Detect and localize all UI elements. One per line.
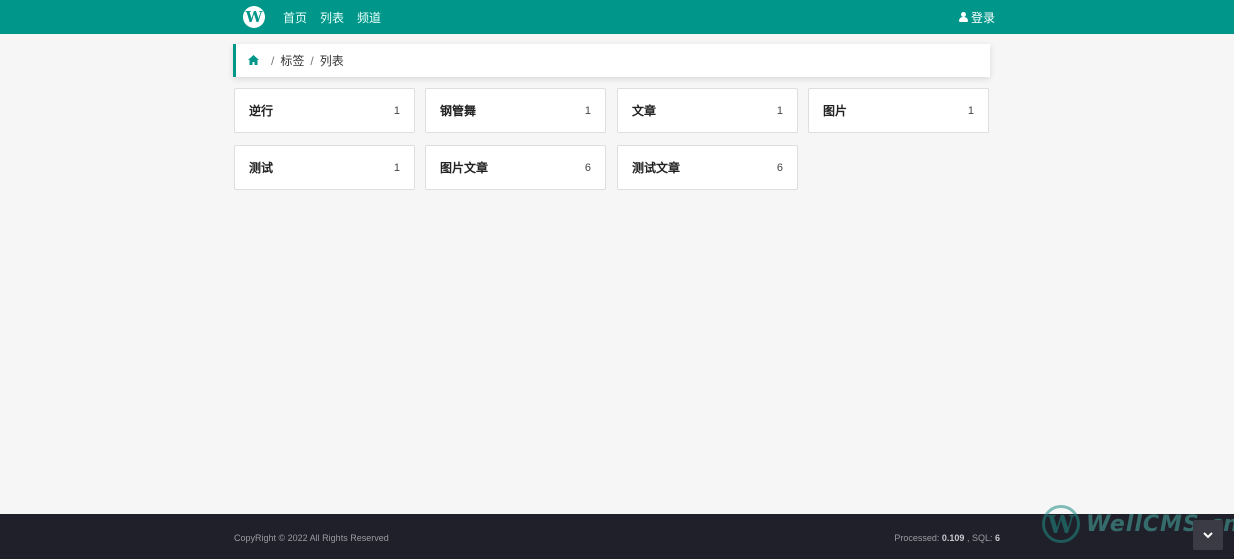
chevron-down-icon [1203,528,1213,542]
tag-card[interactable]: 测试文章 6 [617,145,798,190]
tag-card[interactable]: 图片文章 6 [425,145,606,190]
breadcrumb-item-list: 列表 [319,54,344,68]
tag-count: 6 [776,161,783,174]
nav-link-home[interactable]: 首页 [283,9,307,26]
tag-count: 1 [776,104,783,117]
processed-value: 0.109 [941,533,965,543]
scroll-down-button[interactable] [1193,520,1223,550]
breadcrumb-separator: / [271,53,275,68]
tag-card[interactable]: 测试 1 [234,145,415,190]
login-link[interactable]: 登录 [958,9,995,26]
nav-link-channel[interactable]: 频道 [357,9,381,26]
sql-label: , SQL: [966,533,993,543]
tag-name: 测试文章 [632,161,681,175]
tag-name: 图片 [823,104,848,118]
copyright-text: CopyRight © 2022 All Rights Reserved [234,533,389,543]
tag-count: 1 [584,104,591,117]
watermark-logo-icon: W [1042,505,1080,543]
navbar-inner: W 首页 列表 频道 登录 [234,0,1002,34]
tag-card[interactable]: 钢管舞 1 [425,88,606,133]
sql-value: 6 [994,533,1000,543]
home-icon-svg [248,54,259,65]
processed-stats: Processed: 0.109 , SQL: 6 [894,533,1000,543]
breadcrumb: / 标签 / 列表 [233,44,990,77]
tag-count: 1 [393,161,400,174]
tag-name: 图片文章 [440,161,489,175]
tag-card[interactable]: 文章 1 [617,88,798,133]
tag-name: 文章 [632,104,657,118]
tag-count: 1 [393,104,400,117]
tag-count: 1 [967,104,974,117]
user-icon [958,12,968,22]
tag-count: 6 [584,161,591,174]
tag-card[interactable]: 逆行 1 [234,88,415,133]
tag-card[interactable]: 图片 1 [808,88,989,133]
site-logo[interactable]: W [243,6,265,28]
home-icon[interactable] [248,54,259,68]
breadcrumb-item-tags[interactable]: 标签 [280,52,304,69]
tag-name: 测试 [249,161,274,175]
nav-link-list[interactable]: 列表 [320,9,344,26]
breadcrumb-separator: / [310,53,314,68]
processed-label: Processed: [894,533,940,543]
chevron-down-icon-svg [1203,532,1213,539]
tag-name: 钢管舞 [440,104,477,118]
tag-name: 逆行 [249,104,274,118]
login-label: 登录 [970,10,995,25]
top-navbar: W 首页 列表 频道 登录 [0,0,1234,34]
